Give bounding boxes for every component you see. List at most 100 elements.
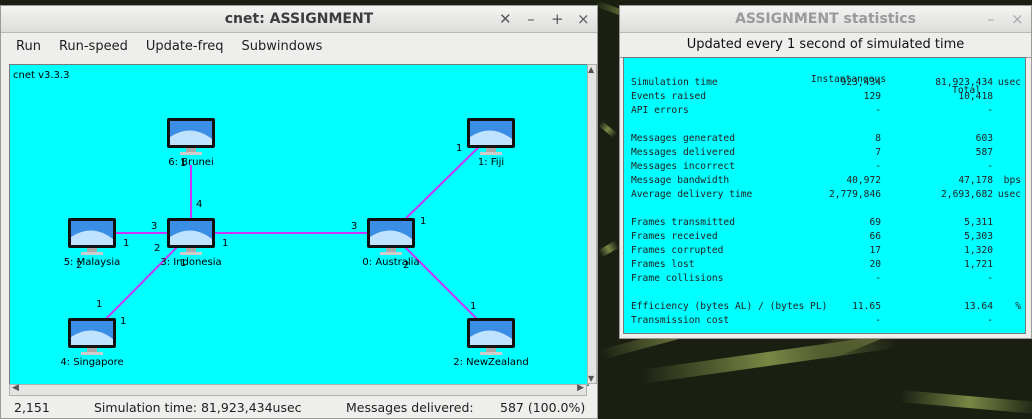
- scroll-down-icon[interactable]: ▼: [588, 374, 594, 383]
- stat-name: Frame collisions: [631, 273, 724, 284]
- node-fiji[interactable]: 1: Fiji: [466, 117, 516, 168]
- scroll-left-icon[interactable]: ◀: [12, 383, 19, 393]
- scroll-up-icon[interactable]: ▲: [588, 65, 594, 74]
- stat-name: Transmission cost: [631, 315, 730, 326]
- computer-icon: [68, 218, 116, 255]
- stat-total: 5,303: [964, 231, 993, 242]
- stats-row: Message bandwidth 40,972 47,178 bps: [631, 175, 1021, 189]
- menu-run-speed[interactable]: Run-speed: [50, 39, 137, 54]
- node-brunei[interactable]: 6: Brunei: [166, 117, 216, 168]
- stat-instantaneous: -: [875, 315, 881, 326]
- maximize-icon[interactable]: +: [551, 6, 564, 32]
- stats-row: Frames received 66 5,303: [631, 231, 1021, 245]
- statistics-window: ASSIGNMENT statistics – × Updated every …: [619, 5, 1032, 339]
- stats-row: Events raised 129 10,418: [631, 91, 1021, 105]
- stat-instantaneous: -: [875, 161, 881, 172]
- stat-instantaneous: 129: [863, 91, 881, 102]
- stat-total: -: [987, 105, 993, 116]
- stat-instantaneous: 20: [869, 259, 881, 270]
- stats-row: Simulation time 923,434 81,923,434 usec: [631, 77, 1021, 91]
- stat-name: Events raised: [631, 91, 707, 102]
- stat-name: Simulation time: [631, 77, 718, 88]
- stat-name: Frames transmitted: [631, 217, 735, 228]
- computer-icon: [367, 218, 415, 255]
- stat-name: API errors: [631, 105, 689, 116]
- node-australia[interactable]: 0: Australia: [362, 217, 420, 268]
- link-label: 1: [96, 299, 103, 310]
- node-label: 5: Malaysia: [63, 257, 121, 268]
- minimize-icon[interactable]: –: [525, 6, 537, 32]
- stat-total: 13.64: [964, 301, 993, 312]
- stats-window-title: ASSIGNMENT statistics: [735, 11, 916, 27]
- stat-name: Messages generated: [631, 133, 735, 144]
- float-icon[interactable]: ✕: [499, 6, 512, 32]
- statusbar: 2,151 Simulation time: 81,923,434usec Me…: [1, 396, 597, 418]
- stat-total: 5,311: [964, 217, 993, 228]
- stats-subtitle: Updated every 1 second of simulated time: [620, 33, 1031, 58]
- stat-name: Messages delivered: [631, 147, 735, 158]
- link-label: 4: [196, 199, 203, 210]
- main-window-title: cnet: ASSIGNMENT: [224, 11, 374, 27]
- link-label: 1: [120, 316, 127, 327]
- stat-total: 47,178: [958, 175, 993, 186]
- stat-instantaneous: 11.65: [852, 301, 881, 312]
- stat-instantaneous: 66: [869, 231, 881, 242]
- link-label: 1: [420, 216, 427, 227]
- link-label: 1: [470, 301, 477, 312]
- version-label: cnet v3.3.3: [13, 70, 70, 81]
- stat-name: Frames received: [631, 231, 718, 242]
- node-newzealand[interactable]: 2: NewZealand: [453, 317, 529, 368]
- stat-instantaneous: 7: [875, 147, 881, 158]
- main-window-controls: ✕ – + ×: [499, 6, 590, 32]
- close-icon[interactable]: ×: [1011, 6, 1024, 32]
- link-label: 1: [222, 238, 229, 249]
- stat-name: Average delivery time: [631, 189, 753, 200]
- stats-titlebar[interactable]: ASSIGNMENT statistics – ×: [620, 6, 1031, 33]
- stats-row: Frames lost 20 1,721: [631, 259, 1021, 273]
- stat-total: 1,721: [964, 259, 993, 270]
- stat-unit: bps: [1003, 175, 1021, 186]
- stat-instantaneous: -: [875, 105, 881, 116]
- stat-name: Efficiency (bytes AL) / (bytes PL): [631, 301, 828, 312]
- menu-run[interactable]: Run: [7, 39, 50, 54]
- stat-total: 1,320: [964, 245, 993, 256]
- menu-subwindows[interactable]: Subwindows: [233, 39, 332, 54]
- link-label: 3: [351, 221, 358, 232]
- node-indonesia[interactable]: 3: Indonesia: [160, 217, 222, 268]
- link-label: 2: [76, 260, 83, 271]
- stats-row: Messages incorrect - -: [631, 161, 1021, 175]
- stats-row: Messages generated 8 603: [631, 133, 1021, 147]
- computer-icon: [68, 318, 116, 355]
- stats-header-row: Instantaneous Total: [631, 63, 1021, 96]
- network-canvas[interactable]: cnet v3.3.3 6: Brunei 1: Fiji 5: Malaysi…: [9, 64, 589, 386]
- link-label: 2: [403, 260, 410, 271]
- link-label: 1: [456, 143, 463, 154]
- stat-total: 81,923,434: [935, 77, 993, 88]
- stat-unit: %: [1015, 301, 1021, 312]
- scroll-right-icon[interactable]: ▶: [577, 383, 584, 393]
- main-titlebar[interactable]: cnet: ASSIGNMENT ✕ – + ×: [1, 6, 597, 33]
- link-label: 3: [151, 221, 158, 232]
- menubar: Run Run-speed Update-freq Subwindows: [1, 33, 597, 59]
- menu-update-freq[interactable]: Update-freq: [137, 39, 233, 54]
- stat-total: -: [987, 315, 993, 326]
- close-icon[interactable]: ×: [577, 6, 590, 32]
- node-label: 2: NewZealand: [453, 357, 529, 368]
- stat-name: Frames lost: [631, 259, 695, 270]
- computer-icon: [467, 318, 515, 355]
- computer-icon: [467, 118, 515, 155]
- minimize-icon[interactable]: –: [985, 6, 997, 32]
- stat-instantaneous: 8: [875, 133, 881, 144]
- stat-unit: usec: [997, 77, 1021, 88]
- node-malaysia[interactable]: 5: Malaysia: [64, 217, 120, 268]
- cursor-position: 2,151: [14, 399, 50, 415]
- link-label: 1: [123, 238, 130, 249]
- node-label: 3: Indonesia: [160, 257, 222, 268]
- vertical-scrollbar[interactable]: ▲ ▼: [587, 64, 597, 384]
- horizontal-scrollbar[interactable]: ◀ ▶: [9, 383, 587, 396]
- node-label: 1: Fiji: [477, 157, 505, 168]
- node-singapore[interactable]: 4: Singapore: [60, 317, 124, 368]
- stat-name: Messages incorrect: [631, 161, 735, 172]
- link-label: 2: [154, 243, 161, 254]
- stat-name: Message bandwidth: [631, 175, 730, 186]
